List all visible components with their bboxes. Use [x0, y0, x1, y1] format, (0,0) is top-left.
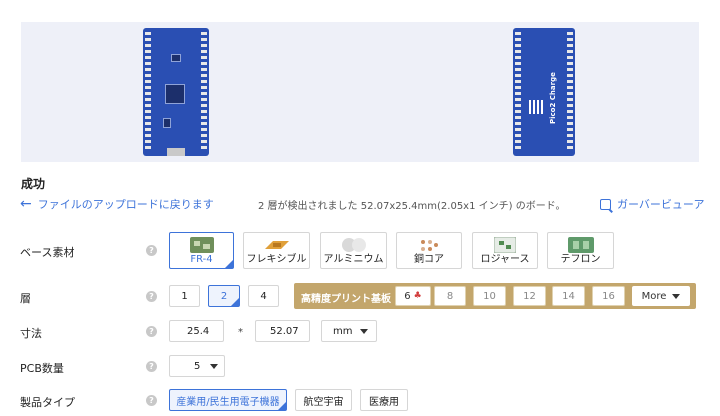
more-layers-dropdown[interactable]: More	[632, 286, 690, 306]
back-to-upload-link[interactable]: ← ファイルのアップロードに戻ります	[20, 196, 214, 212]
maple-leaf-icon: ♣	[413, 291, 422, 301]
caret-down-icon	[210, 363, 218, 369]
teflon-thumbnail-icon	[567, 237, 594, 253]
base-material-label: ベース素材	[20, 246, 75, 259]
back-to-upload-label: ファイルのアップロードに戻ります	[37, 198, 214, 211]
material-option-flex[interactable]: フレキシブル	[243, 232, 310, 269]
layer-option-16[interactable]: 16	[592, 286, 625, 306]
gerber-viewer-icon	[600, 198, 611, 210]
material-option-copper-core[interactable]: 銅コア	[396, 232, 462, 269]
caret-down-icon	[672, 293, 681, 299]
product-type-label: 製品タイプ	[20, 396, 75, 409]
unit-select[interactable]: mm	[321, 320, 377, 342]
arrow-left-icon: ←	[20, 196, 32, 212]
material-option-teflon[interactable]: テフロン	[547, 232, 614, 269]
layer-option-6[interactable]: 6 ♣	[395, 286, 431, 306]
caret-down-icon	[360, 328, 368, 334]
layer-option-2[interactable]: 2	[208, 285, 240, 307]
pcb-quantity-label: PCB数量	[20, 362, 64, 375]
material-option-rogers[interactable]: ロジャース	[472, 232, 538, 269]
layer-option-10[interactable]: 10	[473, 286, 506, 306]
product-type-industrial[interactable]: 産業用/民生用電子機器	[169, 389, 287, 411]
help-icon[interactable]: ?	[146, 395, 157, 406]
layer-option-4[interactable]: 4	[248, 285, 279, 307]
status-title: 成功	[21, 177, 46, 191]
material-option-aluminum[interactable]: アルミニウム	[320, 232, 387, 269]
layer-option-8[interactable]: 8	[434, 286, 466, 306]
board-front-image	[143, 28, 209, 156]
gerber-viewer-label: ガーバービューア	[617, 198, 705, 211]
selected-corner-icon	[225, 260, 233, 268]
selected-corner-icon	[278, 402, 286, 410]
flex-thumbnail-icon	[264, 241, 289, 249]
pcb-order-page: Pico2 Charge 成功 ← ファイルのアップロードに戻ります 2 層が検…	[0, 0, 720, 416]
selected-corner-icon	[231, 298, 239, 306]
gerber-viewer-link[interactable]: ガーバービューア	[600, 196, 704, 212]
help-icon[interactable]: ?	[146, 245, 157, 256]
help-icon[interactable]: ?	[146, 361, 157, 372]
board-silkscreen-label: Pico2 Charge	[549, 72, 557, 124]
quantity-select[interactable]: 5	[169, 355, 225, 377]
help-icon[interactable]: ?	[146, 326, 157, 337]
product-type-medical[interactable]: 医療用	[360, 389, 408, 411]
aluminum-thumbnail-icon	[341, 238, 366, 252]
layer-option-14[interactable]: 14	[552, 286, 585, 306]
dimension-separator: *	[238, 327, 243, 338]
detection-summary: 2 層が検出されました 52.07x25.4mm(2.05x1 インチ) のボー…	[258, 201, 566, 212]
material-option-fr4[interactable]: FR-4	[169, 232, 234, 269]
board-preview: Pico2 Charge	[21, 22, 699, 162]
layers-label: 層	[20, 292, 31, 305]
layer-option-12[interactable]: 12	[513, 286, 546, 306]
copper-core-thumbnail-icon	[421, 240, 438, 251]
help-icon[interactable]: ?	[146, 291, 157, 302]
fr4-thumbnail-icon	[189, 237, 214, 253]
high-precision-label: 高精度プリント基板	[301, 294, 391, 305]
length-input[interactable]: 52.07	[255, 320, 310, 342]
width-input[interactable]: 25.4	[169, 320, 224, 342]
product-type-aerospace[interactable]: 航空宇宙	[295, 389, 352, 411]
layer-option-1[interactable]: 1	[169, 285, 200, 307]
dimensions-label: 寸法	[20, 327, 42, 340]
rogers-thumbnail-icon	[494, 237, 516, 253]
board-back-image: Pico2 Charge	[513, 28, 575, 156]
